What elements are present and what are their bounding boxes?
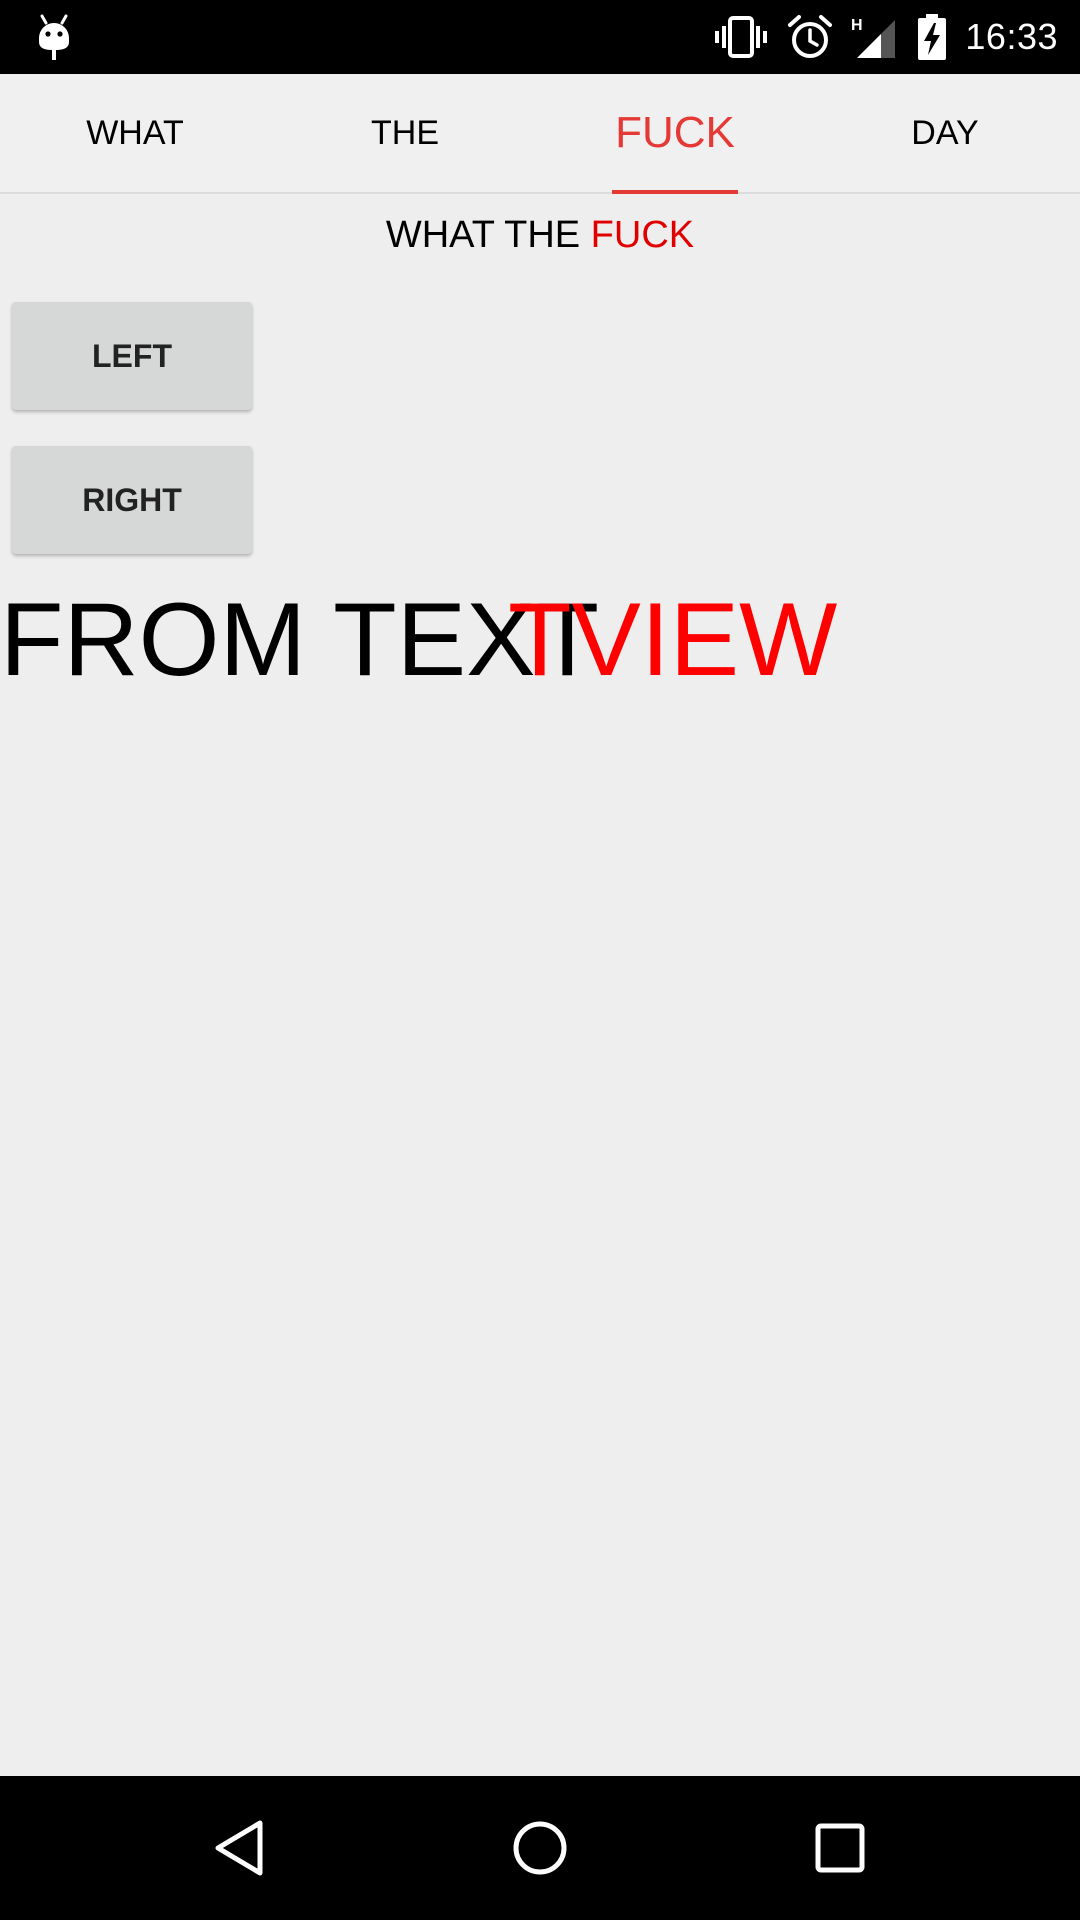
left-button[interactable]: LEFT (12, 302, 252, 410)
svg-text:H: H (851, 17, 863, 34)
signal-icon: H (851, 17, 896, 58)
subtitle-accent: FUCK (590, 214, 695, 256)
recent-apps-button[interactable] (760, 1776, 920, 1920)
back-button[interactable] (160, 1776, 320, 1920)
back-icon (215, 1820, 263, 1876)
tab-label: THE (371, 113, 439, 152)
alarm-icon (788, 15, 833, 58)
status-time: 16:33 (965, 16, 1058, 57)
status-bar: H 16:33 (0, 0, 1080, 74)
tab-label: FUCK (615, 108, 735, 157)
right-button[interactable]: RIGHT (12, 446, 252, 554)
battery-charging-icon (918, 14, 947, 60)
tab-what[interactable]: WHAT (0, 74, 270, 192)
tab-label: DAY (911, 113, 979, 152)
navigation-bar (0, 1776, 1080, 1920)
vibrate-icon (715, 16, 768, 58)
page-subtitle: WHAT THE FUCK (0, 214, 1080, 257)
big-textview: FROM TEXT TVIEW (0, 580, 837, 700)
big-text-red: TVIEW (508, 582, 838, 698)
tab-the[interactable]: THE (270, 74, 540, 192)
tab-bar: WHAT THE FUCK DAY (0, 74, 1080, 194)
tab-label: WHAT (86, 113, 184, 152)
recent-apps-icon (815, 1823, 865, 1873)
home-button[interactable] (460, 1776, 620, 1920)
subtitle-prefix: WHAT THE (385, 214, 591, 256)
tab-day[interactable]: DAY (810, 74, 1080, 192)
home-icon (513, 1821, 567, 1875)
tab-indicator (612, 190, 738, 194)
android-debug-icon (39, 14, 69, 60)
tab-fuck[interactable]: FUCK (540, 74, 810, 194)
